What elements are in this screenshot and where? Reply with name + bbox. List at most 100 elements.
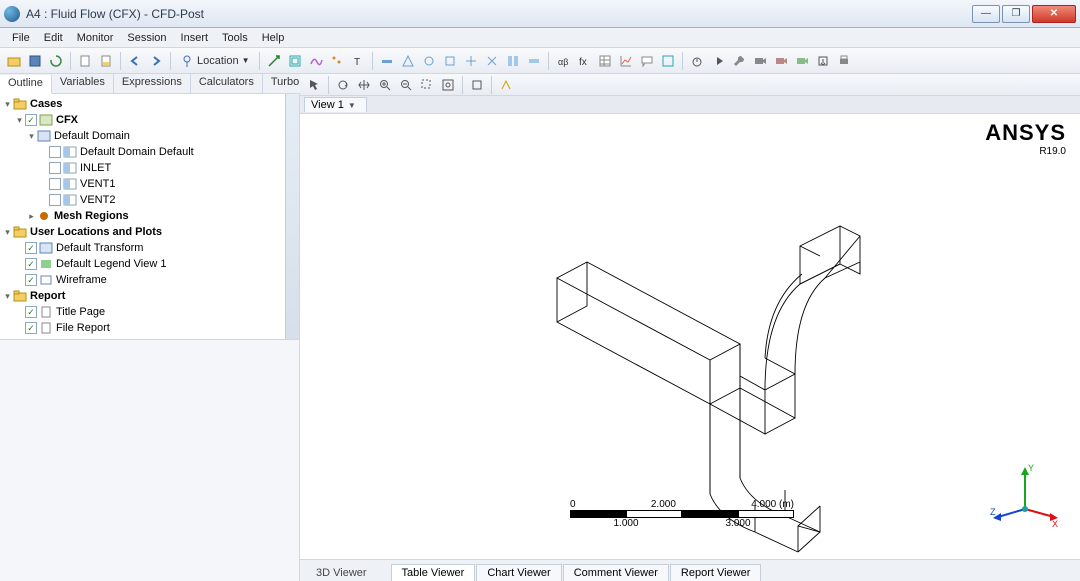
- left-tabs: Outline Variables Expressions Calculator…: [0, 74, 299, 94]
- streamline-icon[interactable]: [306, 51, 326, 71]
- tree-checkbox[interactable]: [49, 194, 61, 206]
- rotate-icon[interactable]: [333, 75, 353, 95]
- save-icon[interactable]: [25, 51, 45, 71]
- table-icon[interactable]: [595, 51, 615, 71]
- tab-expressions[interactable]: Expressions: [114, 74, 191, 93]
- tree-checkbox[interactable]: [25, 242, 37, 254]
- vector-icon[interactable]: [264, 51, 284, 71]
- doc2-icon[interactable]: [96, 51, 116, 71]
- tool-d-icon[interactable]: [440, 51, 460, 71]
- expr-icon[interactable]: fx: [574, 51, 594, 71]
- zoom-box-icon[interactable]: [417, 75, 437, 95]
- wrench-icon[interactable]: [729, 51, 749, 71]
- tree-node[interactable]: Default Legend View 1: [0, 256, 299, 272]
- tree-twisty-icon[interactable]: ▾: [2, 227, 13, 238]
- timer-icon[interactable]: [687, 51, 707, 71]
- zoom-in-icon[interactable]: [375, 75, 395, 95]
- tree-twisty-icon[interactable]: ▾: [14, 115, 25, 126]
- outline-tree[interactable]: ▾Cases▾CFX▾Default DomainDefault Domain …: [0, 94, 299, 339]
- export-icon[interactable]: [813, 51, 833, 71]
- location-dropdown[interactable]: Location ▼: [175, 51, 255, 71]
- tree-twisty-icon[interactable]: ▾: [2, 291, 13, 302]
- cam2-icon[interactable]: [771, 51, 791, 71]
- tree-checkbox[interactable]: [25, 306, 37, 318]
- tool-e-icon[interactable]: [461, 51, 481, 71]
- open-icon[interactable]: [4, 51, 24, 71]
- zoom-out-icon[interactable]: [396, 75, 416, 95]
- tree-checkbox[interactable]: [49, 162, 61, 174]
- annot-icon[interactable]: [658, 51, 678, 71]
- tree-checkbox[interactable]: [49, 146, 61, 158]
- tree-node[interactable]: Wireframe: [0, 272, 299, 288]
- tree-node[interactable]: Title Page: [0, 304, 299, 320]
- tool-c-icon[interactable]: [419, 51, 439, 71]
- tab-variables[interactable]: Variables: [52, 74, 114, 93]
- tree-node[interactable]: Default Domain Default: [0, 144, 299, 160]
- tree-node[interactable]: ▾ User Locations and Plots: [0, 224, 299, 240]
- tool-b-icon[interactable]: [398, 51, 418, 71]
- menu-help[interactable]: Help: [256, 30, 291, 46]
- menu-edit[interactable]: Edit: [38, 30, 69, 46]
- chart-icon[interactable]: [616, 51, 636, 71]
- viewport-3d[interactable]: ANSYS R19.0 0 2.000 4.000 (m) 1.000 3.: [300, 114, 1080, 559]
- tree-node[interactable]: VENT2: [0, 192, 299, 208]
- particle-icon[interactable]: [327, 51, 347, 71]
- tool-g-icon[interactable]: [503, 51, 523, 71]
- maximize-button[interactable]: ❐: [1002, 5, 1030, 23]
- cam3-icon[interactable]: [792, 51, 812, 71]
- view-tab[interactable]: View 1 ▼: [304, 97, 367, 112]
- redo-icon[interactable]: [146, 51, 166, 71]
- tree-node[interactable]: INLET: [0, 160, 299, 176]
- tab-outline[interactable]: Outline: [0, 75, 52, 94]
- tree-twisty-icon[interactable]: ▸: [26, 211, 37, 222]
- scrollbar[interactable]: [285, 94, 299, 339]
- tree-node-label: User Locations and Plots: [30, 226, 162, 238]
- tree-node[interactable]: Default Transform: [0, 240, 299, 256]
- close-button[interactable]: ✕: [1032, 5, 1076, 23]
- tree-node[interactable]: ▸Mesh Regions: [0, 208, 299, 224]
- print-icon[interactable]: [834, 51, 854, 71]
- play-start-icon[interactable]: [708, 51, 728, 71]
- pointer-icon[interactable]: [304, 75, 324, 95]
- tree-node[interactable]: ▾Cases: [0, 96, 299, 112]
- doc-icon[interactable]: [75, 51, 95, 71]
- tree-checkbox[interactable]: [25, 114, 37, 126]
- tree-node[interactable]: ▾Report: [0, 288, 299, 304]
- boundary-icon: [63, 194, 77, 206]
- select-icon[interactable]: [467, 75, 487, 95]
- tree-node[interactable]: VENT1: [0, 176, 299, 192]
- text-icon[interactable]: T: [348, 51, 368, 71]
- undo-icon[interactable]: [125, 51, 145, 71]
- svg-text:T: T: [354, 57, 360, 68]
- menu-tools[interactable]: Tools: [216, 30, 254, 46]
- highlight-icon[interactable]: [496, 75, 516, 95]
- menu-monitor[interactable]: Monitor: [71, 30, 120, 46]
- menu-file[interactable]: File: [6, 30, 36, 46]
- tree-node[interactable]: ▾Default Domain: [0, 128, 299, 144]
- cam1-icon[interactable]: [750, 51, 770, 71]
- tree-checkbox[interactable]: [25, 322, 37, 334]
- axis-triad[interactable]: Y X Z: [990, 461, 1060, 531]
- tree-checkbox[interactable]: [25, 258, 37, 270]
- tree-node[interactable]: File Report: [0, 320, 299, 336]
- tool-a-icon[interactable]: [377, 51, 397, 71]
- pan-icon[interactable]: [354, 75, 374, 95]
- fit-icon[interactable]: [438, 75, 458, 95]
- tree-twisty-icon[interactable]: ▾: [26, 131, 37, 142]
- menu-bar: File Edit Monitor Session Insert Tools H…: [0, 28, 1080, 48]
- var-icon[interactable]: αβ: [553, 51, 573, 71]
- tree-node[interactable]: ▾CFX: [0, 112, 299, 128]
- tool-h-icon[interactable]: [524, 51, 544, 71]
- tool-f-icon[interactable]: [482, 51, 502, 71]
- tree-checkbox[interactable]: [25, 274, 37, 286]
- menu-insert[interactable]: Insert: [175, 30, 215, 46]
- tree-twisty-icon[interactable]: ▾: [2, 99, 13, 110]
- domain-icon: [37, 130, 51, 142]
- menu-session[interactable]: Session: [121, 30, 172, 46]
- minimize-button[interactable]: —: [972, 5, 1000, 23]
- contour-icon[interactable]: [285, 51, 305, 71]
- tree-checkbox[interactable]: [49, 178, 61, 190]
- reload-icon[interactable]: [46, 51, 66, 71]
- tab-calculators[interactable]: Calculators: [191, 74, 263, 93]
- comment-icon[interactable]: [637, 51, 657, 71]
